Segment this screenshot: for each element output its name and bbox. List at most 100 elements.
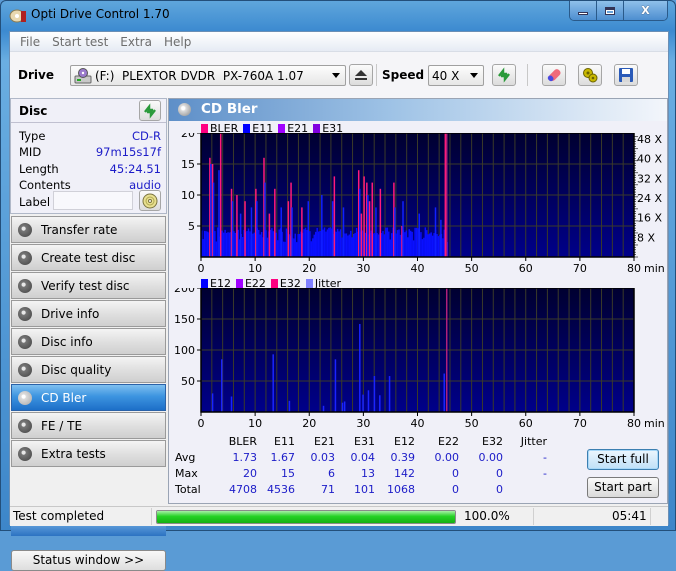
stats-cell: - [543, 466, 547, 480]
stats-row-label: Total [175, 482, 201, 496]
e11-bar [234, 232, 237, 257]
refresh-disc-button[interactable] [139, 100, 161, 121]
e11-bar [328, 227, 330, 257]
e11-bar [215, 241, 218, 257]
x-tick-label: 60 [519, 262, 533, 275]
status-divider [650, 508, 651, 525]
legend-swatch [313, 124, 321, 133]
menu-help[interactable]: Help [158, 32, 197, 51]
e11-bar [239, 213, 242, 257]
e11-bar [247, 228, 250, 257]
nav-item-cd-bler[interactable]: CD Bler [11, 384, 166, 411]
minimize-icon [578, 12, 588, 15]
y2-tick-label: 8 X [637, 231, 655, 244]
disc-tool-icon [18, 390, 32, 405]
nav-item-verify-test-disc[interactable]: Verify test disc [11, 272, 166, 299]
eject-button[interactable] [349, 64, 373, 86]
e12-bar [379, 395, 381, 412]
e11-bar [325, 231, 327, 257]
e11-bar [260, 232, 263, 257]
nav-item-disc-info[interactable]: Disc info [11, 328, 166, 355]
nav-item-drive-info[interactable]: Drive info [11, 300, 166, 327]
minimize-button[interactable] [570, 1, 597, 20]
status-bar: Test completed 100.0% 05:41 [10, 506, 668, 526]
bler-bar [244, 201, 246, 257]
nav-item-extra-tests[interactable]: Extra tests [11, 440, 166, 467]
x-tick-label: 20 [302, 262, 316, 275]
disc-tool-icon [18, 362, 32, 377]
disc-label-input[interactable] [53, 191, 133, 210]
settings-button[interactable] [578, 64, 602, 86]
menu-file[interactable]: File [14, 32, 46, 51]
e11-bar [398, 229, 400, 257]
status-window-button[interactable]: Status window >> [11, 550, 166, 571]
disc-label-label: Label [19, 195, 51, 209]
y-tick-label: 100 [174, 344, 195, 357]
drive-label: Drive [18, 68, 54, 82]
nav-item-label: Drive info [41, 306, 100, 321]
e11-bar [206, 231, 209, 257]
panel-title: CD Bler [201, 101, 258, 117]
x-tick-label: 70 [573, 417, 587, 430]
e11-bar [420, 232, 422, 257]
nav-item-create-test-disc[interactable]: Create test disc [11, 244, 166, 271]
menu-start-test[interactable]: Start test [46, 32, 114, 51]
stats-cell: 6 [328, 466, 335, 480]
nav-item-label: FE / TE [41, 418, 83, 433]
e11-bar [409, 230, 412, 257]
e11-bar [344, 233, 346, 257]
y2-tick-label: 24 X [637, 192, 662, 205]
e11-bar [257, 229, 260, 257]
e11-bar [231, 201, 234, 257]
menu-extra[interactable]: Extra [114, 32, 158, 51]
close-icon: X [641, 4, 650, 17]
nav-item-transfer-rate[interactable]: Transfer rate [11, 216, 166, 243]
nav-item-disc-quality[interactable]: Disc quality [11, 356, 166, 383]
stats-cell: 0.03 [310, 450, 336, 464]
maximize-button[interactable] [597, 1, 624, 20]
speed-select[interactable]: 40 X [428, 65, 484, 86]
e11-bar [252, 233, 254, 257]
progress-fill [157, 511, 455, 523]
disc-type-label: Type [19, 129, 46, 143]
save-button[interactable] [614, 64, 638, 86]
disc-mid-row: MID 97m15s17f [19, 145, 161, 159]
e11-bar [259, 234, 261, 257]
e11-bar [284, 241, 286, 257]
disc-type-value: CD-R [131, 129, 161, 143]
stats-cell: 1.67 [270, 450, 296, 464]
col-bler: BLER [228, 434, 257, 448]
e11-bar [423, 237, 425, 257]
nav-item-fe-te[interactable]: FE / TE [11, 412, 166, 439]
e11-bar [214, 231, 216, 257]
y-tick-label: 5 [188, 220, 195, 233]
e11-bar [307, 201, 310, 257]
e11-bar [364, 232, 367, 257]
stats-cell [503, 481, 547, 497]
e12-bar [230, 396, 233, 412]
e11-bar [275, 232, 277, 257]
e11-bar [291, 207, 293, 257]
e11-bar [297, 234, 299, 257]
col-jitter: Jitter [520, 434, 547, 448]
erase-button[interactable] [542, 64, 566, 86]
start-full-button[interactable]: Start full [587, 449, 659, 470]
e11-bar [389, 239, 391, 257]
disc-tool-icon [18, 250, 32, 265]
close-button[interactable]: X [624, 1, 667, 20]
drive-select[interactable]: (F:) PLEXTOR DVDR PX-760A 1.07 [70, 65, 346, 86]
e11-bar [402, 201, 404, 257]
x-tick-label: 50 [465, 417, 479, 430]
disc-length-row: Length 45:24.51 [19, 162, 161, 176]
refresh-speed-button[interactable] [492, 64, 516, 86]
y-tick-label: 50 [181, 375, 195, 388]
e11-bar [222, 232, 225, 257]
bler-bar [363, 176, 365, 257]
start-part-button[interactable]: Start part [587, 477, 659, 498]
e12-bar [341, 402, 344, 412]
write-label-button[interactable] [139, 190, 161, 211]
e11-bar [249, 231, 251, 257]
e11-bar [426, 230, 428, 257]
disc-tool-icon [18, 278, 32, 293]
chevron-down-icon [470, 73, 478, 78]
